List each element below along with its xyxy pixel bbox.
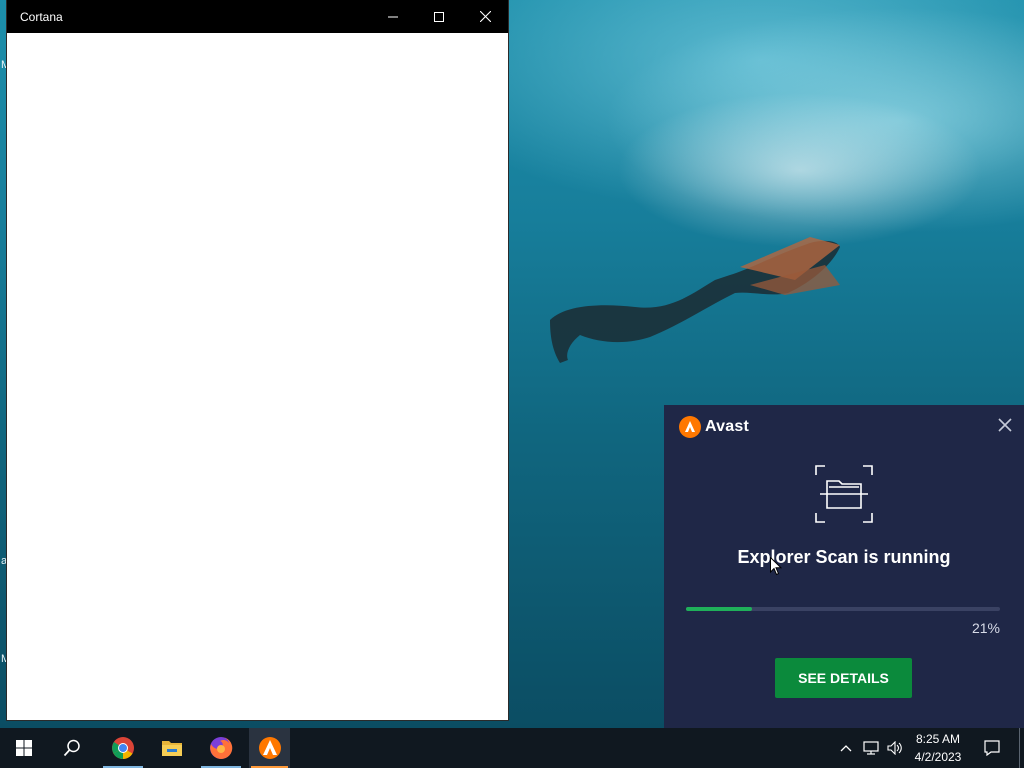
windows-logo-icon bbox=[16, 740, 32, 756]
avast-brand-name: Avast bbox=[705, 418, 749, 435]
minimize-icon bbox=[388, 16, 398, 17]
show-desktop-button[interactable] bbox=[1019, 728, 1020, 768]
avast-header: Avast bbox=[679, 416, 749, 438]
action-center-button[interactable] bbox=[978, 728, 1006, 768]
start-button[interactable] bbox=[0, 728, 48, 768]
folder-scan-icon bbox=[815, 465, 873, 523]
scan-progress-bar bbox=[686, 607, 1000, 611]
avast-logo-icon bbox=[679, 416, 701, 438]
chrome-icon bbox=[112, 737, 134, 759]
taskbar-file-explorer[interactable] bbox=[150, 728, 194, 768]
taskbar: 8:25 AM 4/2/2023 bbox=[0, 728, 1024, 768]
see-details-button[interactable]: SEE DETAILS bbox=[775, 658, 912, 698]
window-titlebar[interactable]: Cortana bbox=[7, 0, 508, 33]
search-button[interactable] bbox=[48, 728, 96, 768]
network-icon bbox=[863, 741, 879, 755]
maximize-icon bbox=[434, 11, 444, 22]
close-icon[interactable] bbox=[998, 418, 1012, 432]
clock-date: 4/2/2023 bbox=[914, 750, 962, 764]
folder-icon bbox=[162, 741, 182, 756]
diver-illustration bbox=[550, 237, 840, 363]
taskbar-chrome[interactable] bbox=[101, 728, 145, 768]
cortana-content bbox=[7, 33, 508, 720]
show-hidden-icons-button[interactable] bbox=[836, 728, 856, 768]
search-icon bbox=[63, 739, 80, 757]
mouse-cursor-icon bbox=[770, 557, 782, 576]
window-title: Cortana bbox=[20, 9, 63, 24]
scan-status-title: Explorer Scan is running bbox=[737, 547, 951, 567]
network-button[interactable] bbox=[860, 728, 882, 768]
cortana-window[interactable]: Cortana bbox=[7, 0, 508, 720]
notification-icon bbox=[984, 740, 1000, 756]
close-button[interactable] bbox=[462, 0, 508, 33]
scan-progress-percent: 21% bbox=[971, 620, 1000, 636]
close-icon bbox=[479, 11, 491, 22]
volume-icon bbox=[887, 741, 902, 755]
avast-notification: Avast Explorer Scan is running 21% SEE D… bbox=[664, 405, 1024, 728]
firefox-icon bbox=[210, 736, 233, 759]
chevron-up-icon bbox=[840, 745, 852, 752]
taskbar-clock[interactable]: 8:25 AM 4/2/2023 bbox=[910, 730, 966, 766]
clock-time: 8:25 AM bbox=[915, 732, 961, 746]
volume-button[interactable] bbox=[884, 728, 906, 768]
taskbar-firefox[interactable] bbox=[199, 728, 243, 768]
avast-icon bbox=[258, 737, 281, 759]
scan-progress-fill bbox=[686, 607, 752, 611]
maximize-button[interactable] bbox=[416, 0, 462, 33]
taskbar-avast[interactable] bbox=[249, 728, 290, 768]
minimize-button[interactable] bbox=[370, 0, 416, 33]
